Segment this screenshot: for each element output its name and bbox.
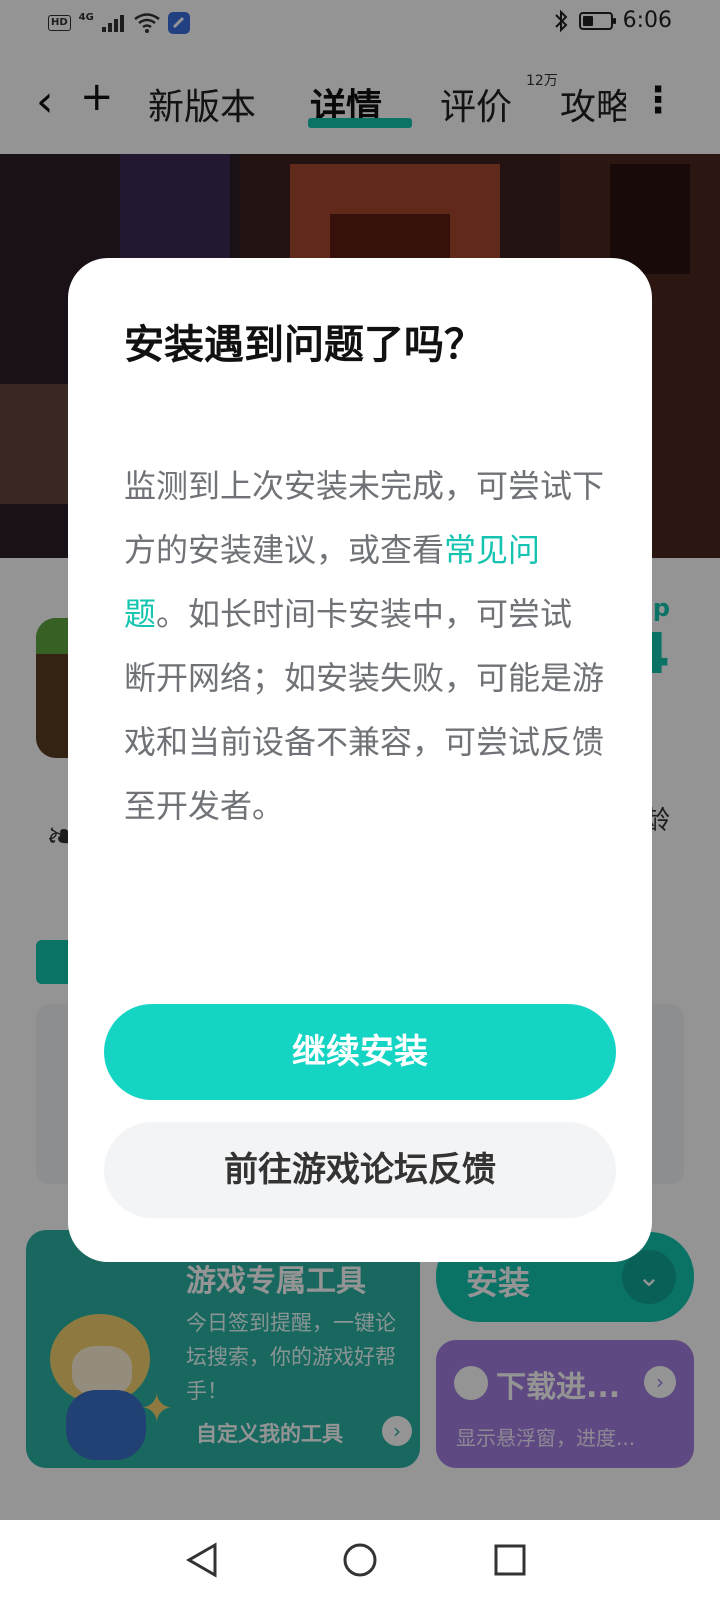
install-problem-dialog: 安装遇到问题了吗？ 监测到上次安装未完成，可尝试下方的安装建议，或查看常见问题。… bbox=[68, 258, 652, 1262]
dialog-body-text-2: 。如长时间卡安装中，可尝试断开网络；如安装失败，可能是游戏和当前设备不兼容，可尝… bbox=[124, 595, 605, 825]
home-circle-icon[interactable] bbox=[330, 1530, 390, 1590]
forum-feedback-button[interactable]: 前往游戏论坛反馈 bbox=[104, 1122, 616, 1218]
continue-install-button[interactable]: 继续安装 bbox=[104, 1004, 616, 1100]
recents-square-icon[interactable] bbox=[480, 1530, 540, 1590]
system-nav-bar bbox=[0, 1520, 720, 1600]
back-triangle-icon[interactable] bbox=[172, 1530, 232, 1590]
dialog-body: 监测到上次安装未完成，可尝试下方的安装建议，或查看常见问题。如长时间卡安装中，可… bbox=[124, 454, 604, 838]
dialog-title: 安装遇到问题了吗？ bbox=[124, 322, 484, 368]
